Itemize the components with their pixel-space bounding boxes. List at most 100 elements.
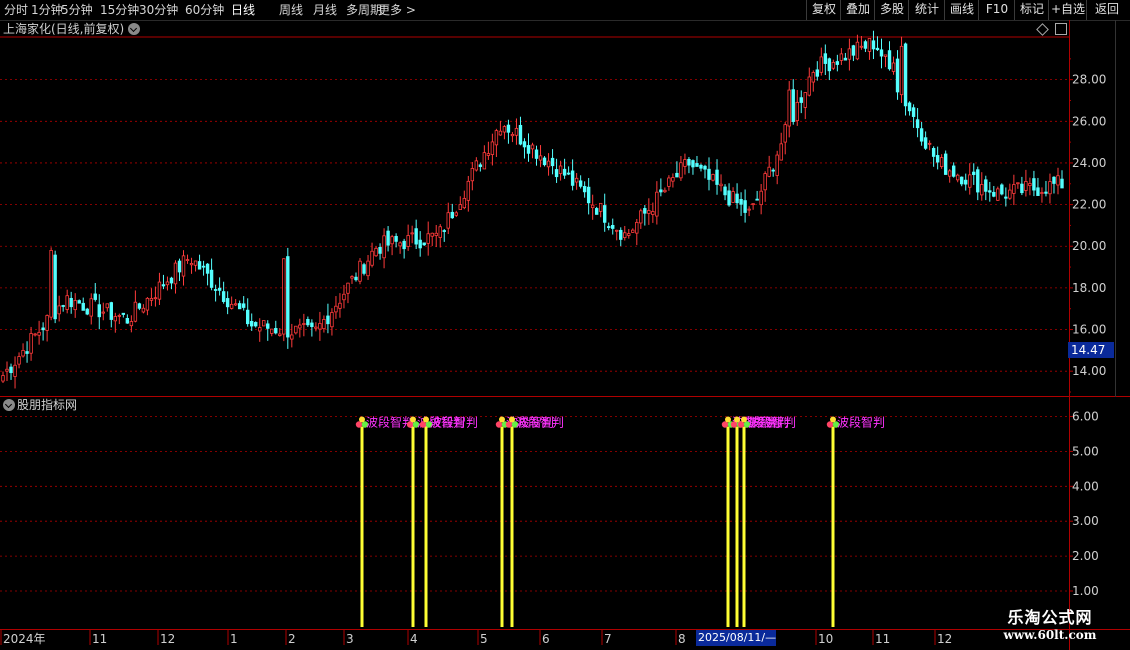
candle-body — [639, 210, 643, 224]
candle-body — [157, 281, 162, 300]
candle-body — [911, 107, 916, 117]
candle-body — [895, 58, 900, 93]
candle-body — [334, 305, 338, 313]
candle-body — [586, 186, 591, 204]
x-axis-label: 4 — [410, 632, 418, 646]
candle-body — [791, 89, 795, 122]
candle-body — [374, 247, 378, 257]
candle-body — [290, 334, 294, 340]
candle-body — [651, 211, 655, 215]
candle-body — [815, 69, 820, 77]
candle-body — [699, 164, 703, 169]
candle-body — [1032, 178, 1036, 191]
candle-body — [177, 260, 182, 273]
candle-body — [831, 61, 836, 69]
candle-body — [294, 325, 298, 334]
candle-body — [707, 168, 711, 180]
candle-body — [647, 210, 651, 214]
main-y-tick-label: 22.00 — [1072, 198, 1106, 212]
candle-body — [667, 177, 671, 187]
candle-body — [703, 165, 707, 170]
site-watermark: 乐淘公式网 www.60lt.com — [990, 608, 1110, 642]
candle-body — [947, 170, 952, 177]
candle-body — [775, 154, 779, 176]
candle-body — [49, 249, 53, 318]
candle-body — [883, 54, 888, 57]
candle-body — [185, 259, 190, 261]
candle-body — [590, 204, 595, 209]
candle-body — [1012, 184, 1016, 194]
candle-body — [687, 158, 691, 166]
candle-body — [81, 302, 85, 311]
candle-body — [278, 333, 282, 336]
signal-icon-yellow — [359, 416, 365, 423]
candle-body — [1044, 191, 1048, 194]
candle-body — [566, 172, 571, 175]
candle-body — [258, 327, 262, 332]
candle-body — [73, 300, 77, 311]
candle-body — [462, 197, 467, 209]
candle-body — [145, 297, 150, 311]
candle-body — [779, 143, 783, 161]
candle-body — [37, 331, 41, 336]
candle-body — [956, 174, 960, 181]
candle-body — [811, 72, 815, 83]
candle-body — [739, 199, 743, 205]
candle-body — [968, 174, 972, 188]
candle-body — [478, 164, 483, 167]
candle-body — [735, 193, 739, 204]
candle-body — [887, 50, 892, 70]
candle-body — [550, 157, 555, 167]
candle-body — [77, 300, 81, 304]
candle-body — [422, 242, 426, 246]
candle-body — [506, 124, 511, 133]
candle-body — [398, 242, 402, 247]
candle-body — [430, 232, 434, 237]
candle-body — [1016, 182, 1020, 185]
candle-body — [25, 351, 29, 354]
candle-body — [923, 137, 928, 149]
candle-body — [438, 226, 442, 238]
signal-label: 波段智判 — [430, 415, 478, 430]
candle-body — [394, 235, 398, 242]
candle-body — [691, 160, 695, 168]
candle-body — [1056, 175, 1060, 186]
candle-body — [213, 289, 218, 291]
signal-label: 波段智判 — [837, 415, 885, 430]
candle-body — [205, 263, 210, 274]
candle-body — [574, 177, 579, 183]
candle-body — [173, 262, 178, 285]
candle-body — [530, 144, 535, 150]
candle-body — [534, 149, 539, 159]
ind-y-tick-label: 6.00 — [1072, 410, 1099, 424]
candle-body — [719, 183, 723, 187]
candle-body — [494, 130, 499, 146]
candle-body — [1000, 184, 1004, 195]
candle-body — [1004, 196, 1008, 199]
candle-body — [743, 200, 747, 213]
candle-body — [113, 316, 118, 322]
candle-body — [783, 124, 787, 143]
candle-body — [903, 43, 908, 107]
candle-body — [274, 328, 278, 334]
candle-body — [807, 76, 811, 96]
candle-body — [715, 169, 719, 185]
candle-body — [149, 297, 154, 301]
candle-body — [510, 133, 515, 137]
x-axis-label: 11 — [92, 632, 107, 646]
signal-label: 波段智判 — [748, 415, 796, 430]
candle-body — [907, 102, 912, 112]
x-axis-label: 12 — [160, 632, 175, 646]
x-axis-label: 2024年 — [3, 632, 46, 646]
candle-body — [217, 287, 222, 291]
candle-body — [197, 261, 202, 270]
candle-body — [386, 230, 390, 246]
candle-body — [759, 190, 763, 206]
candle-body — [121, 312, 126, 315]
chart-canvas[interactable]: 14.0016.0018.0020.0022.0024.0026.0028.00… — [0, 0, 1130, 650]
candle-body — [326, 315, 330, 325]
candle-body — [5, 368, 9, 372]
candle-body — [731, 191, 735, 203]
candle-body — [635, 221, 639, 234]
candle-body — [582, 186, 587, 193]
